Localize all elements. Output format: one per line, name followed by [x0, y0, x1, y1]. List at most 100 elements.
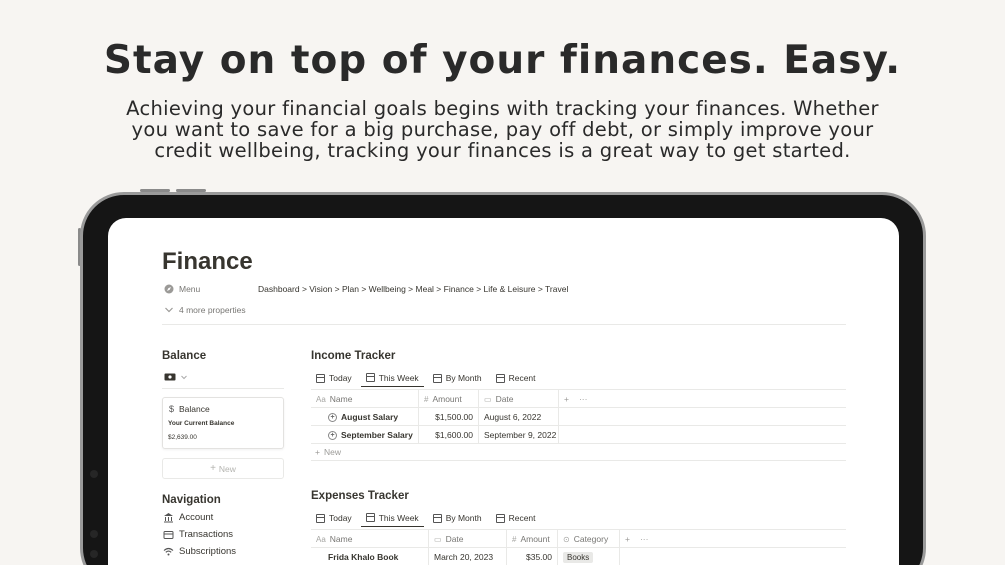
chevron-down-icon [181, 375, 187, 380]
balance-title: Balance [162, 350, 207, 362]
balance-card[interactable]: $ Balance Your Current Balance $2,639.00 [162, 397, 284, 449]
column-header-name[interactable]: Aa Name [311, 530, 429, 548]
nav-item-label: Subscriptions [179, 546, 237, 557]
tab-label: Recent [508, 513, 536, 523]
new-label: New [218, 463, 236, 474]
add-circle-icon: + [328, 430, 337, 440]
calendar-icon [365, 513, 375, 522]
more-icon[interactable]: ··· [640, 534, 649, 544]
income-table: Aa Name # Amount ▭ Date + ··· + August Salar… [311, 389, 846, 461]
wifi-icon [163, 546, 174, 557]
calendar-icon: ▭ [434, 534, 442, 544]
tab-by-month[interactable]: By Month [428, 509, 487, 527]
page-title: Finance [162, 248, 253, 275]
nav-item-label: Account [179, 512, 214, 523]
tab-label: By Month [445, 513, 482, 523]
balance-card-title: Balance [179, 404, 210, 414]
table-row[interactable]: Frida Khalo Book March 20, 2023 $35.00 B… [311, 547, 846, 565]
table-icon [495, 513, 505, 523]
column-label: Amount [520, 534, 550, 544]
table-icon [495, 373, 505, 383]
money-icon [164, 373, 176, 381]
hash-icon: # [424, 394, 429, 404]
divider [162, 388, 284, 389]
tab-label: This Week [378, 372, 419, 383]
new-row-button[interactable]: + New [311, 443, 846, 461]
calendar-icon [432, 513, 442, 523]
nav-item-transactions[interactable]: Transactions [163, 529, 233, 540]
table-header: Aa Name # Amount ▭ Date + ··· [311, 389, 846, 408]
text-icon: Aa [316, 394, 326, 404]
row-name: August Salary [341, 412, 399, 422]
table-row[interactable]: + August Salary $1,500.00 August 6, 2022 [311, 407, 846, 426]
row-amount: $1,500.00 [419, 408, 479, 426]
camera-dot [90, 530, 98, 538]
table-header: Aa Name ▭ Date # Amount ⊙ Category + ··· [311, 529, 846, 548]
balance-card-label: Your Current Balance [168, 420, 235, 427]
balance-card-value: $2,639.00 [168, 434, 197, 441]
row-name: September Salary [341, 430, 413, 440]
camera-dot [90, 550, 98, 558]
plus-icon: + [315, 447, 320, 457]
hash-icon: # [512, 534, 517, 544]
new-label: New [323, 447, 341, 457]
more-properties-toggle[interactable]: 4 more properties [164, 305, 246, 315]
tab-this-week[interactable]: This Week [360, 509, 424, 527]
row-date: August 6, 2022 [479, 408, 559, 426]
plus-icon[interactable]: + [625, 534, 630, 544]
tab-by-month[interactable]: By Month [428, 369, 487, 387]
tab-this-week[interactable]: This Week [360, 369, 424, 387]
breadcrumb[interactable]: Dashboard > Vision > Plan > Wellbeing > … [258, 284, 568, 294]
nav-item-subscriptions[interactable]: Subscriptions [163, 546, 236, 557]
tab-today[interactable]: Today [311, 509, 357, 527]
plus-icon: + [210, 463, 216, 474]
new-balance-button[interactable]: + New [162, 458, 284, 479]
column-header-amount[interactable]: # Amount [507, 530, 558, 548]
income-tracker-title: Income Tracker [311, 350, 396, 362]
menu-label: Menu [179, 284, 201, 294]
row-amount: $1,600.00 [419, 426, 479, 444]
bank-icon [163, 512, 174, 523]
tab-recent[interactable]: Recent [491, 369, 541, 387]
income-view-tabs: Today This Week By Month Recent [311, 369, 545, 387]
column-header-category[interactable]: ⊙ Category [558, 530, 620, 548]
add-column-controls: + ··· [620, 530, 680, 548]
category-tag: Books [563, 551, 594, 563]
expenses-table: Aa Name ▭ Date # Amount ⊙ Category + ··· Fri… [311, 529, 846, 565]
column-header-amount[interactable]: # Amount [419, 390, 479, 408]
menu-property[interactable]: Menu [164, 284, 200, 294]
column-header-date[interactable]: ▭ Date [429, 530, 507, 548]
plus-icon[interactable]: + [564, 394, 569, 404]
row-date: March 20, 2023 [429, 548, 507, 565]
table-row[interactable]: + September Salary $1,600.00 September 9,… [311, 425, 846, 444]
text-icon: Aa [316, 534, 326, 544]
calendar-icon [432, 373, 442, 383]
add-column-controls: + ··· [559, 390, 619, 408]
calendar-icon [365, 373, 375, 382]
calendar-icon [316, 513, 325, 523]
column-header-date[interactable]: ▭ Date [479, 390, 559, 408]
add-circle-icon: + [328, 412, 337, 422]
tab-label: Recent [508, 373, 536, 383]
tab-recent[interactable]: Recent [491, 509, 541, 527]
column-label: Name [329, 394, 353, 404]
column-label: Date [495, 394, 514, 404]
expenses-view-tabs: Today This Week By Month Recent [311, 509, 545, 527]
column-label: Category [573, 534, 609, 544]
navigation-title: Navigation [162, 494, 221, 506]
column-label: Name [329, 534, 353, 544]
select-icon: ⊙ [563, 534, 570, 544]
notion-page: Finance Menu Dashboard > Vision > Plan >… [108, 218, 899, 565]
more-icon[interactable]: ··· [579, 394, 588, 404]
balance-view-selector[interactable] [164, 373, 188, 381]
column-label: Amount [432, 394, 462, 404]
tab-label: Today [329, 513, 352, 523]
expenses-tracker-title: Expenses Tracker [311, 490, 409, 502]
calendar-icon [316, 373, 325, 383]
tab-today[interactable]: Today [311, 369, 357, 387]
calendar-icon: ▭ [484, 394, 492, 404]
camera-dot [90, 470, 98, 478]
column-header-name[interactable]: Aa Name [311, 390, 419, 408]
nav-item-account[interactable]: Account [163, 512, 213, 523]
column-label: Date [445, 534, 464, 544]
